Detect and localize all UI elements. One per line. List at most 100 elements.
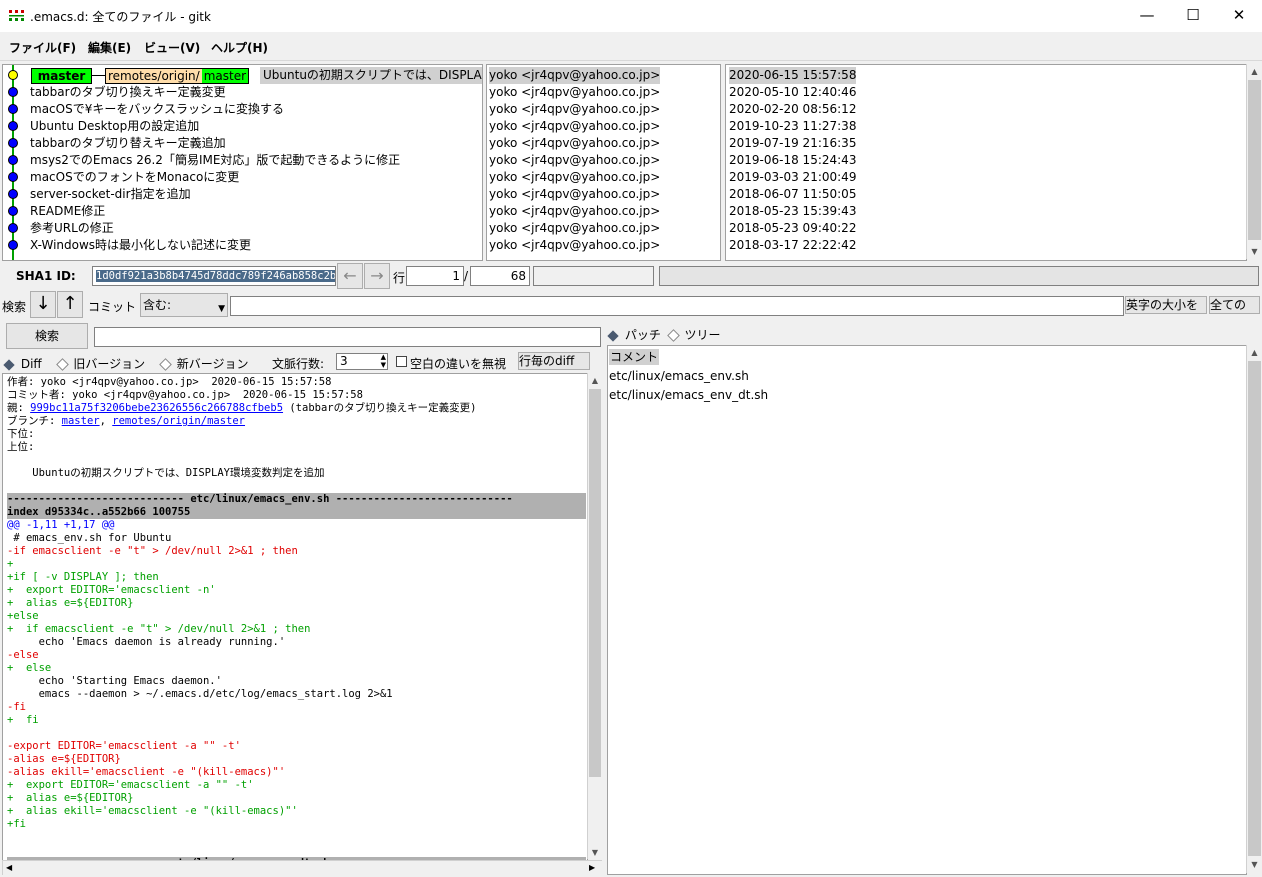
sha1-input[interactable]: 1d0df921a3b8b4745d78ddc789f246ab858c2b76 [92,266,336,286]
new-version-label[interactable]: 新バージョン [177,357,249,371]
diff-line: @@ -1,11 +1,17 @@ [7,519,115,531]
menu-help[interactable]: ヘルプ(H) [211,39,268,56]
diff-scrollbar[interactable]: ▲ ▼ [587,373,602,859]
patch-label[interactable]: パッチ [625,328,661,342]
ref-remote-prefix: remotes/origin/ [106,69,202,83]
scroll-left-icon[interactable]: ◀ [6,861,12,875]
commit-list-scrollbar[interactable]: ▲ ▼ [1246,64,1262,259]
scroll-up-icon[interactable]: ▲ [1247,345,1262,360]
menu-view[interactable]: ビュー(V) [144,39,200,56]
commit-date[interactable]: 2018-06-07 11:50:05 [729,186,856,203]
scroll-down-icon[interactable]: ▼ [588,845,602,860]
patch-radio-selected-icon[interactable] [607,329,619,342]
ref-master[interactable]: master [31,68,92,84]
commit-date[interactable]: 2019-03-03 21:00:49 [729,169,856,186]
commit-date[interactable]: 2020-06-15 15:57:58 [729,67,857,84]
old-version-label[interactable]: 旧バージョン [73,357,145,371]
commit-author[interactable]: yoko <jr4qpv@yahoo.co.jp> [489,152,660,169]
commit-subject[interactable]: tabbarのタブ切り替えキー定義追加 [30,135,226,152]
commit-author[interactable]: yoko <jr4qpv@yahoo.co.jp> [489,67,661,84]
commit-subject[interactable]: Ubuntuの初期スクリプトでは、DISPLA [260,67,482,84]
scroll-up-icon[interactable]: ▲ [588,373,602,388]
commit-subject[interactable]: macOSでのフォントをMonacoに変更 [30,169,239,186]
commit-author[interactable]: yoko <jr4qpv@yahoo.co.jp> [489,237,660,254]
ignore-whitespace-label[interactable]: 空白の違いを無視 [410,355,506,372]
menu-file[interactable]: ファイル(F) [9,39,76,56]
commit-author[interactable]: yoko <jr4qpv@yahoo.co.jp> [489,84,660,101]
branch-link-master[interactable]: master [62,415,100,427]
tree-label[interactable]: ツリー [685,328,721,342]
scroll-thumb[interactable] [1248,361,1261,856]
diff-line: + alias e=${EDITOR} [7,792,134,804]
old-version-radio-icon[interactable] [55,358,69,371]
new-version-radio-icon[interactable] [159,358,172,371]
diff-radio-label[interactable]: Diff [21,357,42,371]
forward-button[interactable]: → [364,263,390,289]
scroll-down-icon[interactable]: ▼ [1247,244,1262,259]
scroll-thumb[interactable] [1248,80,1261,240]
scroll-down-icon[interactable]: ▼ [1247,857,1262,872]
commit-date[interactable]: 2018-05-23 15:39:43 [729,203,856,220]
date-pane[interactable]: 2020-06-15 15:57:58 2020-05-10 12:40:46 20… [725,64,1247,261]
commit-graph-pane[interactable]: Ubuntuの初期スクリプトでは、DISPLA tabbarのタブ切り換えキー定義… [2,64,483,261]
file-list-scrollbar[interactable]: ▲ ▼ [1246,345,1262,873]
commit-author[interactable]: yoko <jr4qpv@yahoo.co.jp> [489,186,660,203]
commit-subject[interactable]: server-socket-dir指定を追加 [30,186,191,203]
diff-mode-select[interactable]: 行毎のdiff [518,352,590,370]
file-list-pane[interactable]: コメント etc/linux/emacs_env.sh etc/linux/em… [607,345,1247,875]
commit-author[interactable]: yoko <jr4qpv@yahoo.co.jp> [489,220,660,237]
ignore-whitespace-checkbox[interactable] [396,356,407,367]
parent-hash-link[interactable]: 999bc11a75f3206bebe23626556c266788cfbeb5 [30,402,283,414]
context-lines-spinbox[interactable]: 3 ▲ ▼ [336,353,388,370]
find-down-button[interactable]: ↓ [30,291,56,318]
find-mode-select[interactable]: 含む: ▼ [140,293,228,317]
menu-edit[interactable]: 編集(E) [88,39,131,56]
commit-author[interactable]: yoko <jr4qpv@yahoo.co.jp> [489,118,660,135]
commit-date[interactable]: 2019-07-19 21:16:35 [729,135,856,152]
arrow-up-icon: ↑ [62,293,78,314]
commit-date[interactable]: 2018-03-17 22:22:42 [729,237,856,254]
progress-field [533,266,654,286]
commit-date[interactable]: 2019-06-18 15:24:43 [729,152,856,169]
author-pane[interactable]: yoko <jr4qpv@yahoo.co.jp> yoko <jr4qpv@ya… [486,64,721,261]
diff-hscrollbar[interactable]: ◀ ▶ [2,860,602,875]
scope-select[interactable]: 全ての [1209,296,1260,314]
back-button[interactable]: ← [337,263,363,289]
case-select[interactable]: 英字の大小を [1125,296,1207,314]
search-button[interactable]: 検索 [6,323,88,349]
commit-author[interactable]: yoko <jr4qpv@yahoo.co.jp> [489,135,660,152]
spinner-icon[interactable]: ▲ ▼ [381,353,386,369]
commit-subject[interactable]: README修正 [30,203,105,220]
file-list-item[interactable]: etc/linux/emacs_env.sh [609,368,749,384]
commit-subject[interactable]: msys2でのEmacs 26.2「簡易IME対応」版で起動できるように修正 [30,152,400,169]
commit-subject[interactable]: Ubuntu Desktop用の設定追加 [30,118,199,135]
close-button[interactable]: ✕ [1216,0,1262,32]
find-up-button[interactable]: ↑ [57,291,83,318]
minimize-button[interactable]: — [1124,0,1170,32]
search-input[interactable] [94,327,601,347]
commit-author[interactable]: yoko <jr4qpv@yahoo.co.jp> [489,169,660,186]
tree-radio-icon[interactable] [666,329,680,342]
commit-date[interactable]: 2019-10-23 11:27:38 [729,118,856,135]
commit-date[interactable]: 2020-05-10 12:40:46 [729,84,856,101]
commit-subject[interactable]: macOSで¥キーをバックスラッシュに変換する [30,101,284,118]
find-input[interactable] [230,296,1124,316]
file-list-item[interactable]: etc/linux/emacs_env_dt.sh [609,387,768,403]
comment-header[interactable]: コメント [609,349,660,365]
commit-subject[interactable]: X-Windows時は最小化しない記述に変更 [30,237,251,254]
diff-pane[interactable]: 作者: yoko <jr4qpv@yahoo.co.jp> 2020-06-15… [2,373,588,861]
commit-author[interactable]: yoko <jr4qpv@yahoo.co.jp> [489,203,660,220]
commit-date[interactable]: 2018-05-23 09:40:22 [729,220,856,237]
commit-date[interactable]: 2020-02-20 08:56:12 [729,101,856,118]
commit-author[interactable]: yoko <jr4qpv@yahoo.co.jp> [489,101,660,118]
diff-radio-selected-icon[interactable] [3,358,15,371]
branch-link-remote[interactable]: remotes/origin/master [112,415,245,427]
ref-remote-origin-master[interactable]: remotes/origin/master [105,68,250,84]
commit-subject[interactable]: 参考URLの修正 [30,220,114,237]
scroll-thumb[interactable] [589,389,601,777]
patch-tree-toggle: パッチ ツリー [607,326,721,343]
scroll-up-icon[interactable]: ▲ [1247,64,1262,79]
maximize-button[interactable]: ☐ [1170,0,1216,32]
commit-subject[interactable]: tabbarのタブ切り換えキー定義変更 [30,84,226,101]
scroll-right-icon[interactable]: ▶ [589,861,595,875]
